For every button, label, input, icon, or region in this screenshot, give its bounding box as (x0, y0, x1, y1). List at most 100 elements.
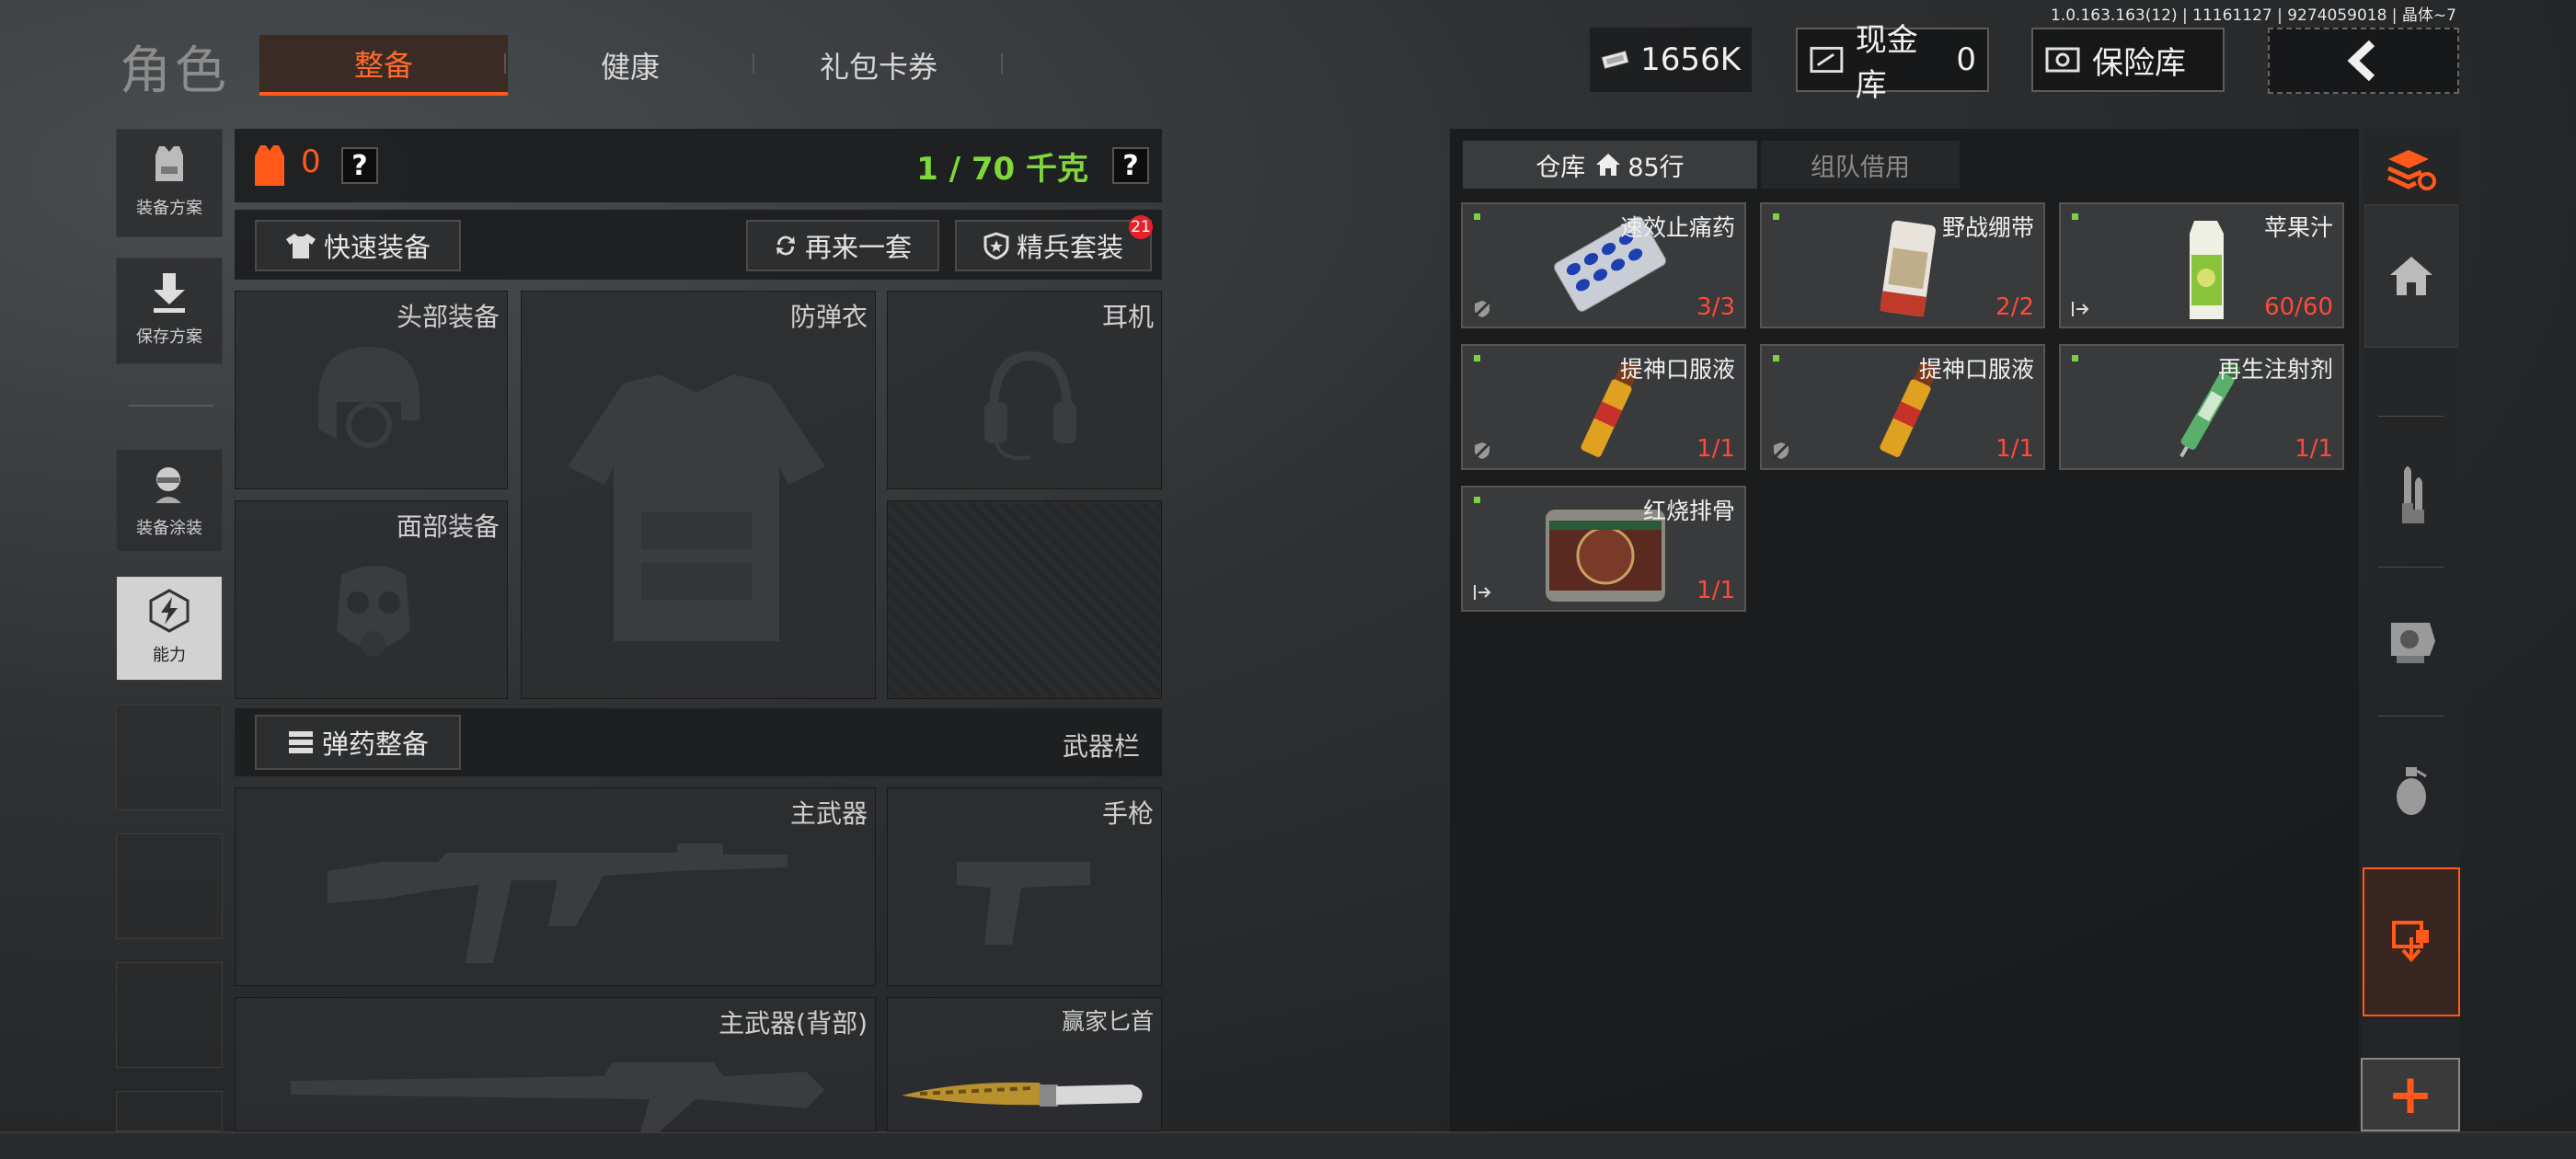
vest-icon (155, 146, 183, 181)
save-plan-button[interactable]: 保存方案 (116, 258, 223, 364)
item-card[interactable]: 速效止痛药 3/3 (1461, 202, 1746, 328)
lightning-hex-icon (149, 589, 190, 633)
back-weapon-label: 主武器(背部) (719, 1008, 868, 1039)
item-name: 提神口服液 (1918, 356, 2034, 383)
item-name: 速效止痛药 (1619, 214, 1735, 241)
home-icon (2390, 257, 2432, 295)
primary-weapon-slot[interactable]: 主武器 (235, 787, 876, 986)
tab-team-borrow[interactable]: 组队借用 (1761, 141, 1960, 189)
stack-refresh-button[interactable] (2363, 136, 2460, 202)
ability-button[interactable]: 能力 (116, 576, 223, 681)
loadout-plan-button[interactable]: 装备方案 (116, 129, 223, 237)
knife-slot[interactable]: 赢家匕首 (887, 997, 1162, 1131)
elite-kit-badge: 21 (1129, 215, 1153, 239)
menu-label: 能力 (153, 646, 186, 665)
item-marker (1773, 355, 1779, 361)
face-slot-label: 面部装备 (396, 511, 500, 542)
item-marker (1474, 355, 1480, 361)
item-name: 再生注射剂 (2217, 356, 2333, 383)
back-chevron-icon (2347, 40, 2375, 82)
exit-icon (1474, 585, 1491, 600)
ammo-category-button[interactable] (2363, 453, 2460, 535)
tab-gift-coupons[interactable]: 礼包卡券 (754, 35, 1003, 96)
pistol-icon (957, 862, 1090, 945)
shield-icon (983, 232, 1009, 259)
quick-equip-button[interactable]: 快速装备 (255, 220, 461, 271)
item-quantity: 1/1 (1995, 435, 2034, 463)
tab-equip[interactable]: 整备 (259, 35, 508, 96)
item-quantity: 2/2 (1995, 293, 2034, 321)
no-insure-icon (1771, 441, 1791, 461)
item-card[interactable]: 提神口服液 1/1 (1760, 344, 2045, 470)
head-slot[interactable]: 头部装备 (235, 291, 508, 489)
item-card[interactable]: 苹果汁 60/60 (2059, 202, 2344, 328)
weapon-bar-header: 弹药整备 武器栏 (235, 708, 1162, 776)
item-marker (1474, 497, 1480, 503)
paint-plan-button[interactable]: 装备涂装 (116, 449, 223, 552)
item-marker (2072, 213, 2078, 220)
again-label: 再来一套 (804, 232, 912, 263)
cash-vault-label: 现金库 (1855, 22, 1918, 104)
head-slot-label: 头部装备 (396, 302, 500, 332)
ammo-stack-icon (288, 731, 313, 753)
headset-icon (984, 350, 1076, 460)
item-name: 野战绷带 (1941, 214, 2034, 241)
add-button[interactable]: + (2361, 1058, 2460, 1131)
soldier-paint-icon (155, 467, 181, 503)
sidebar-divider (2378, 416, 2444, 417)
empty-menu-slot (116, 962, 223, 1068)
ammo-equip-button[interactable]: 弹药整备 (255, 715, 461, 770)
safe-button[interactable]: 保险库 (2031, 28, 2225, 92)
grenade-icon (2397, 767, 2427, 815)
scope-category-button[interactable] (2363, 598, 2460, 681)
cash-icon (1601, 51, 1629, 69)
elite-kit-label: 精兵套装 (1016, 232, 1123, 263)
item-card[interactable]: 再生注射剂 1/1 (2059, 344, 2344, 470)
tab-separator (1001, 53, 1003, 74)
shirt-icon (285, 234, 316, 258)
empty-menu-slot (116, 705, 223, 810)
weapon-bar-label: 武器栏 (1062, 731, 1140, 762)
item-marker (2072, 355, 2078, 361)
grenade-category-button[interactable] (2363, 750, 2460, 832)
cash-vault-button[interactable]: 现金库 0 (1796, 22, 1989, 104)
armor-value: 0 (301, 143, 321, 180)
warehouse-rows: 85行 (1627, 153, 1685, 182)
back-weapon-slot[interactable]: 主武器(背部) (235, 997, 876, 1132)
loadout-action-bar: 快速装备 再来一套 精兵套装 21 (235, 210, 1162, 280)
elite-kit-button[interactable]: 精兵套装 (955, 220, 1152, 271)
cash-vault-value: 0 (1956, 41, 1976, 78)
armor-slot[interactable]: 防弹衣 (521, 291, 876, 699)
storage-download-button[interactable] (2363, 867, 2460, 1016)
item-marker (1474, 213, 1480, 220)
empty-menu-slot (116, 1091, 223, 1131)
item-quantity: 60/60 (2264, 293, 2333, 321)
golden-knife-icon (902, 1082, 1143, 1107)
warehouse-label: 仓库 (1535, 153, 1586, 182)
item-name: 提神口服液 (1619, 356, 1735, 383)
item-card[interactable]: 红烧排骨 1/1 (1461, 486, 1746, 612)
again-button[interactable]: 再来一套 (746, 220, 939, 271)
tab-health[interactable]: 健康 (506, 35, 754, 96)
ear-slot[interactable]: 耳机 (887, 291, 1162, 489)
pistol-slot[interactable]: 手枪 (887, 787, 1162, 986)
item-marker (1773, 213, 1779, 220)
version-text: 1.0.163.163(12) | 11161127 | 9274059018 … (2051, 6, 2456, 25)
page-title: 角色 (120, 41, 230, 101)
loadout-status-bar: 0 ? 1 / 70 千克 ? (235, 129, 1162, 202)
item-name: 红烧排骨 (1642, 498, 1735, 524)
tab-warehouse[interactable]: 仓库 85行 (1463, 141, 1757, 189)
item-card[interactable]: 提神口服液 1/1 (1461, 344, 1746, 470)
ammo-icon (2402, 466, 2424, 523)
back-button[interactable] (2268, 28, 2459, 94)
armor-help-button[interactable]: ? (341, 147, 378, 184)
item-name: 苹果汁 (2263, 214, 2333, 241)
item-quantity: 1/1 (1696, 577, 1735, 604)
home-category-button[interactable] (2364, 204, 2458, 348)
download-icon (154, 273, 185, 313)
scope-icon (2391, 623, 2435, 663)
face-slot[interactable]: 面部装备 (235, 500, 508, 699)
item-card[interactable]: 野战绷带 2/2 (1760, 202, 2045, 328)
home-icon (1596, 154, 1621, 176)
weight-help-button[interactable]: ? (1112, 147, 1149, 184)
